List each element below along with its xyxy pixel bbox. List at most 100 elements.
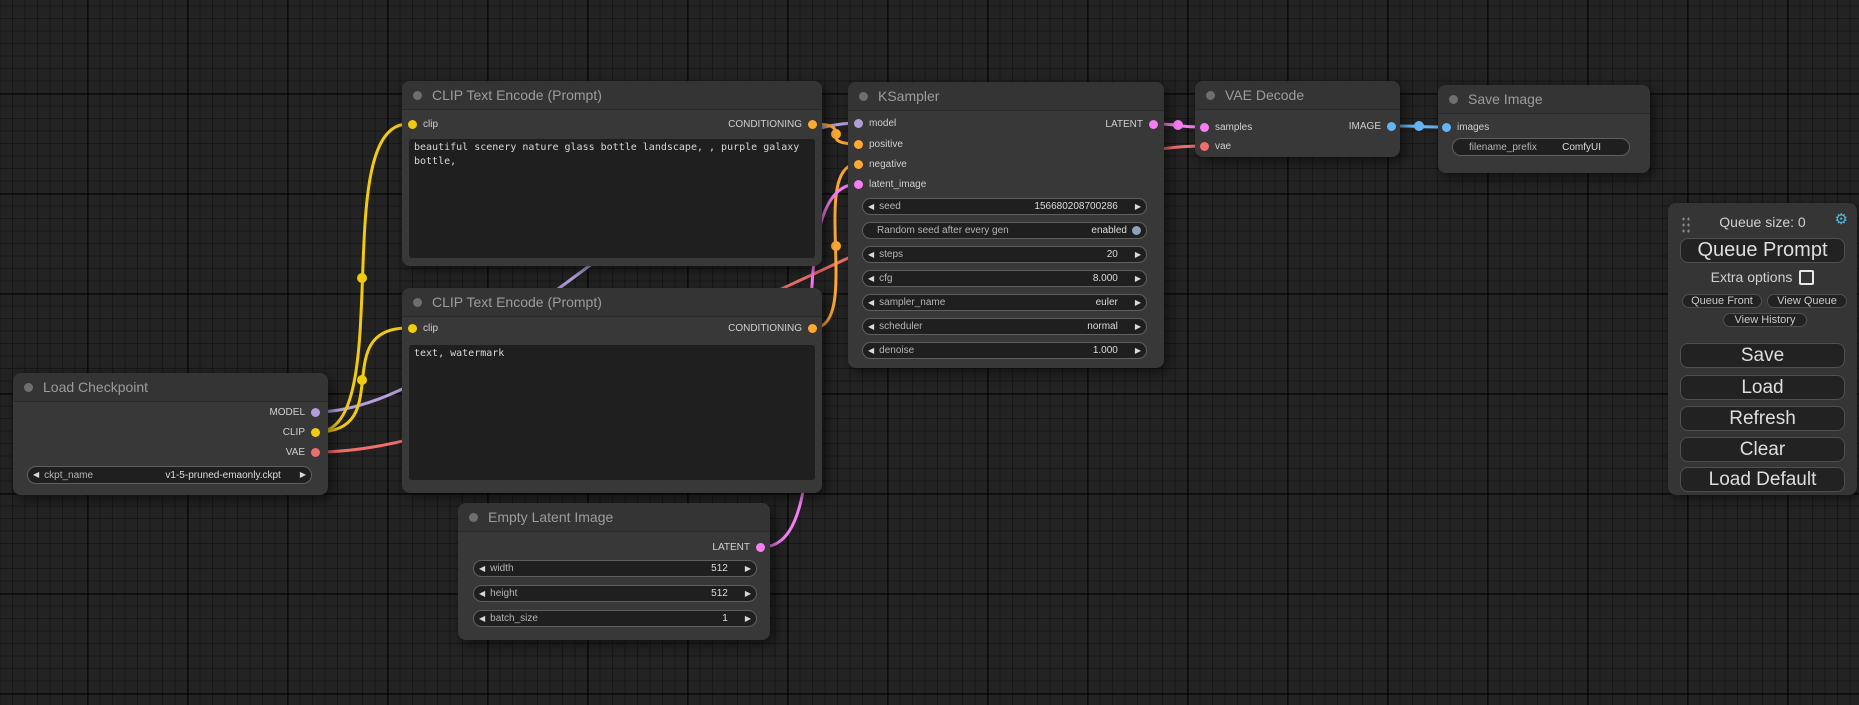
arrow-left-icon[interactable]: ◀: [863, 203, 879, 211]
clip-port-icon[interactable]: [408, 120, 417, 129]
input-slot-images[interactable]: images: [1442, 122, 1489, 132]
arrow-right-icon[interactable]: ▶: [740, 590, 756, 598]
widget-ckpt-name[interactable]: ◀ ckpt_name v1-5-pruned-emaonly.ckpt ▶: [27, 466, 312, 484]
conditioning-port-icon[interactable]: [854, 160, 863, 169]
input-slot-positive[interactable]: positive: [854, 139, 903, 149]
arrow-left-icon[interactable]: ◀: [863, 251, 879, 259]
arrow-left-icon[interactable]: ◀: [474, 590, 490, 598]
node-save-image[interactable]: Save Image images filename_prefix ComfyU…: [1438, 85, 1650, 173]
node-load-checkpoint[interactable]: Load Checkpoint MODEL CLIP VAE ◀ ckpt_na…: [13, 373, 328, 495]
load-button[interactable]: Load: [1680, 375, 1845, 400]
prompt-textarea[interactable]: beautiful scenery nature glass bottle la…: [409, 139, 815, 258]
arrow-left-icon[interactable]: ◀: [863, 275, 879, 283]
node-title-bar[interactable]: CLIP Text Encode (Prompt): [402, 288, 822, 317]
collapse-dot-icon[interactable]: [469, 513, 478, 522]
collapse-dot-icon[interactable]: [859, 92, 868, 101]
link-dot[interactable]: [357, 273, 367, 283]
vae-port-icon[interactable]: [311, 448, 320, 457]
node-vae-decode[interactable]: VAE Decode samples vae IMAGE: [1195, 81, 1400, 157]
input-slot-model[interactable]: model: [854, 118, 896, 128]
link-dot[interactable]: [357, 375, 367, 385]
toggle-dot-icon[interactable]: [1132, 226, 1141, 235]
conditioning-port-icon[interactable]: [808, 324, 817, 333]
latent-port-icon[interactable]: [1149, 120, 1158, 129]
output-slot-image[interactable]: IMAGE: [1349, 121, 1396, 131]
arrow-right-icon[interactable]: ▶: [1130, 203, 1146, 211]
arrow-left-icon[interactable]: ◀: [474, 565, 490, 573]
latent-port-icon[interactable]: [1200, 123, 1209, 132]
arrow-right-icon[interactable]: ▶: [740, 615, 756, 623]
node-title-bar[interactable]: CLIP Text Encode (Prompt): [402, 81, 822, 110]
widget-batch-size[interactable]: ◀ batch_size 1 ▶: [473, 610, 757, 627]
node-clip-text-encode-positive[interactable]: CLIP Text Encode (Prompt) clip CONDITION…: [402, 81, 822, 266]
node-title-bar[interactable]: Load Checkpoint: [13, 373, 328, 402]
widget-width[interactable]: ◀ width 512 ▶: [473, 560, 757, 577]
widget-cfg[interactable]: ◀ cfg 8.000 ▶: [862, 270, 1147, 287]
prompt-textarea[interactable]: text, watermark: [409, 345, 815, 480]
output-slot-model[interactable]: MODEL: [269, 407, 320, 417]
input-slot-vae[interactable]: vae: [1200, 141, 1231, 151]
arrow-left-icon[interactable]: ◀: [474, 615, 490, 623]
arrow-right-icon[interactable]: ▶: [1130, 323, 1146, 331]
collapse-dot-icon[interactable]: [1206, 91, 1215, 100]
node-title-bar[interactable]: Save Image: [1438, 85, 1650, 114]
arrow-left-icon[interactable]: ◀: [863, 347, 879, 355]
gear-icon[interactable]: ⚙: [1835, 212, 1848, 227]
link-dot[interactable]: [1173, 120, 1183, 130]
refresh-button[interactable]: Refresh: [1680, 406, 1845, 431]
image-port-icon[interactable]: [1442, 123, 1451, 132]
conditioning-port-icon[interactable]: [808, 120, 817, 129]
arrow-right-icon[interactable]: ▶: [1130, 251, 1146, 259]
latent-port-icon[interactable]: [854, 180, 863, 189]
link-dot[interactable]: [1414, 121, 1424, 131]
arrow-right-icon[interactable]: ▶: [1130, 299, 1146, 307]
view-history-button[interactable]: View History: [1723, 313, 1807, 327]
arrow-right-icon[interactable]: ▶: [1130, 275, 1146, 283]
widget-random-seed-toggle[interactable]: Random seed after every gen enabled: [862, 222, 1147, 239]
input-slot-samples[interactable]: samples: [1200, 122, 1252, 132]
node-title-bar[interactable]: VAE Decode: [1195, 81, 1400, 110]
collapse-dot-icon[interactable]: [413, 298, 422, 307]
widget-sampler-name[interactable]: ◀ sampler_name euler ▶: [862, 294, 1147, 311]
node-title-bar[interactable]: Empty Latent Image: [458, 503, 770, 532]
widget-denoise[interactable]: ◀ denoise 1.000 ▶: [862, 342, 1147, 359]
clip-port-icon[interactable]: [311, 428, 320, 437]
output-slot-clip[interactable]: CLIP: [283, 427, 320, 437]
output-slot-conditioning[interactable]: CONDITIONING: [728, 323, 817, 333]
latent-port-icon[interactable]: [756, 543, 765, 552]
image-port-icon[interactable]: [1387, 122, 1396, 131]
arrow-left-icon[interactable]: ◀: [28, 471, 44, 479]
queue-front-button[interactable]: Queue Front: [1682, 294, 1762, 308]
collapse-dot-icon[interactable]: [1449, 95, 1458, 104]
collapse-dot-icon[interactable]: [24, 383, 33, 392]
model-port-icon[interactable]: [311, 408, 320, 417]
output-slot-vae[interactable]: VAE: [286, 447, 320, 457]
arrow-right-icon[interactable]: ▶: [295, 471, 311, 479]
input-slot-clip[interactable]: clip: [408, 323, 438, 333]
conditioning-port-icon[interactable]: [854, 140, 863, 149]
queue-prompt-button[interactable]: Queue Prompt: [1680, 238, 1845, 263]
arrow-right-icon[interactable]: ▶: [1130, 347, 1146, 355]
load-default-button[interactable]: Load Default: [1680, 467, 1845, 492]
link-dot[interactable]: [831, 241, 841, 251]
widget-height[interactable]: ◀ height 512 ▶: [473, 585, 757, 602]
clip-port-icon[interactable]: [408, 324, 417, 333]
output-slot-conditioning[interactable]: CONDITIONING: [728, 119, 817, 129]
widget-seed[interactable]: ◀ seed 156680208700286 ▶: [862, 198, 1147, 215]
node-clip-text-encode-negative[interactable]: CLIP Text Encode (Prompt) clip CONDITION…: [402, 288, 822, 493]
view-queue-button[interactable]: View Queue: [1767, 294, 1847, 308]
model-port-icon[interactable]: [854, 119, 863, 128]
collapse-dot-icon[interactable]: [413, 91, 422, 100]
widget-steps[interactable]: ◀ steps 20 ▶: [862, 246, 1147, 263]
arrow-right-icon[interactable]: ▶: [740, 565, 756, 573]
arrow-left-icon[interactable]: ◀: [863, 299, 879, 307]
widget-filename-prefix[interactable]: filename_prefix ComfyUI: [1452, 138, 1630, 156]
input-slot-clip[interactable]: clip: [408, 119, 438, 129]
link-dot[interactable]: [831, 129, 841, 139]
node-ksampler[interactable]: KSampler model positive negative latent_…: [848, 82, 1164, 368]
extra-options-checkbox[interactable]: [1799, 270, 1814, 285]
node-title-bar[interactable]: KSampler: [848, 82, 1164, 111]
output-slot-latent[interactable]: LATENT: [1105, 119, 1158, 129]
save-button[interactable]: Save: [1680, 343, 1845, 368]
vae-port-icon[interactable]: [1200, 142, 1209, 151]
